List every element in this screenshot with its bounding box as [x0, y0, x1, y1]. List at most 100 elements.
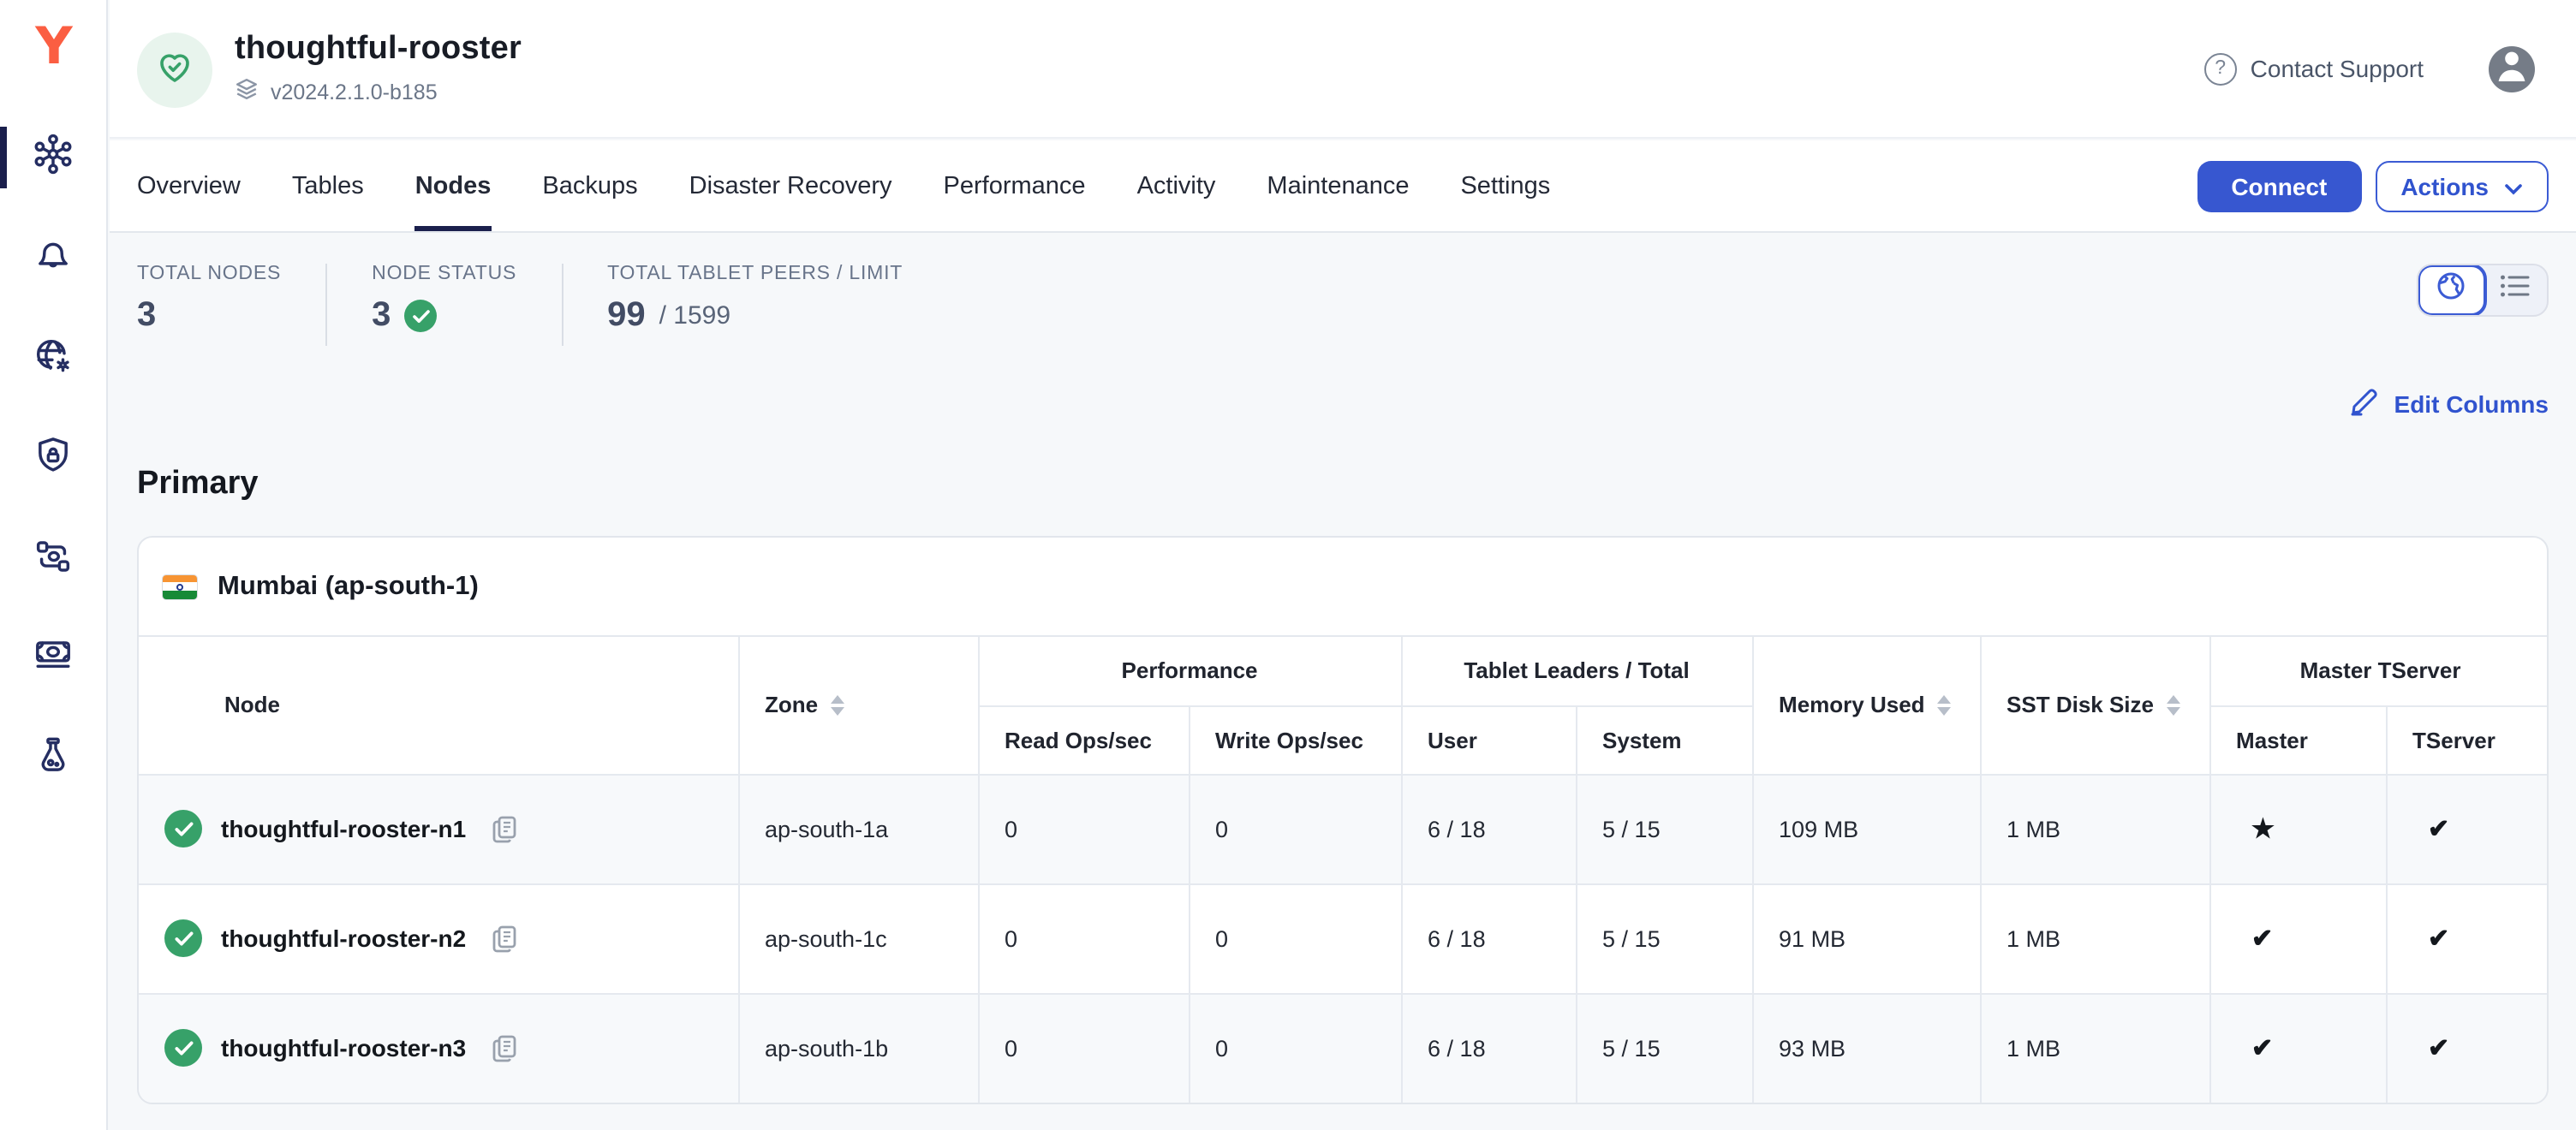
sidebar-item-integrations[interactable] [19, 526, 87, 594]
tab-activity[interactable]: Activity [1137, 140, 1216, 231]
user-avatar[interactable] [2489, 45, 2535, 92]
sidebar-active-indicator [0, 127, 7, 188]
cell-system-tablets: 5 / 15 [1576, 883, 1752, 993]
col-label: SST Disk Size [2007, 693, 2154, 718]
col-header-master: Master [2209, 705, 2386, 774]
cell-user-tablets: 6 / 18 [1401, 883, 1576, 993]
yugabyte-logo[interactable]: Y [0, 14, 108, 79]
cell-write-ops: 0 [1189, 883, 1401, 993]
col-header-tserver: TServer [2386, 705, 2549, 774]
cell-master-flag: ✔ [2209, 883, 2386, 993]
india-flag-icon [163, 574, 197, 598]
table-row: thoughtful-rooster-n1 ap-south-1a 0 0 6 … [139, 774, 2549, 883]
stat-value: 3 [372, 296, 391, 336]
cluster-icon [31, 131, 75, 184]
col-label: Memory Used [1779, 693, 1925, 718]
sidebar-item-clusters[interactable] [19, 123, 87, 192]
cluster-health-badge [137, 33, 212, 108]
copy-icon[interactable] [488, 922, 521, 955]
stat-label: TOTAL TABLET PEERS / LIMIT [607, 264, 903, 284]
contact-support-link[interactable]: Contact Support [2204, 52, 2424, 85]
stat-tablet-peers: TOTAL TABLET PEERS / LIMIT 99 / 1599 [561, 264, 947, 346]
cell-zone: ap-south-1b [738, 993, 978, 1103]
cell-read-ops: 0 [978, 993, 1189, 1103]
cell-user-tablets: 6 / 18 [1401, 774, 1576, 883]
cell-system-tablets: 5 / 15 [1576, 993, 1752, 1103]
sidebar-item-billing[interactable] [19, 623, 87, 692]
col-header-user: User [1401, 705, 1576, 774]
tab-disaster-recovery[interactable]: Disaster Recovery [689, 140, 892, 231]
stats-row: TOTAL NODES 3 NODE STATUS 3 TOTAL TABLET… [137, 264, 2549, 346]
region-name: Mumbai (ap-south-1) [218, 571, 479, 602]
tab-overview[interactable]: Overview [137, 140, 241, 231]
table-row: thoughtful-rooster-n3 ap-south-1b 0 0 6 … [139, 993, 2549, 1103]
sidebar-item-alerts[interactable] [19, 223, 87, 291]
cell-read-ops: 0 [978, 883, 1189, 993]
map-view-toggle[interactable] [2417, 264, 2486, 317]
col-group-tablet-leaders: Tablet Leaders / Total [1401, 637, 1752, 705]
col-group-master-tserver: Master TServer [2209, 637, 2549, 705]
cell-read-ops: 0 [978, 774, 1189, 883]
nodes-table: Node Zone Performance Tablet Leaders / T… [139, 637, 2549, 1103]
list-view-toggle[interactable] [2484, 265, 2547, 315]
workflow-icon [31, 533, 75, 586]
stat-total-nodes: TOTAL NODES 3 [137, 264, 325, 346]
col-header-memory[interactable]: Memory Used [1752, 637, 1980, 774]
actions-label: Actions [2400, 172, 2489, 199]
col-header-write-ops: Write Ops/sec [1189, 705, 1401, 774]
cluster-version: v2024.2.1.0-b185 [271, 80, 438, 104]
node-healthy-icon [164, 810, 202, 848]
stat-value: 3 [137, 296, 156, 336]
col-group-performance: Performance [978, 637, 1401, 705]
tab-backups[interactable]: Backups [542, 140, 637, 231]
connect-button[interactable]: Connect [2197, 160, 2361, 211]
main-content: TOTAL NODES 3 NODE STATUS 3 TOTAL TABLET… [110, 233, 2576, 1130]
table-row: thoughtful-rooster-n2 ap-south-1c 0 0 6 … [139, 883, 2549, 993]
sidebar-item-security[interactable] [19, 425, 87, 493]
stat-node-status: NODE STATUS 3 [325, 264, 561, 346]
sidebar-item-network[interactable] [19, 325, 87, 394]
cell-memory: 109 MB [1752, 774, 1980, 883]
healthy-check-icon [404, 300, 437, 332]
stat-label: NODE STATUS [372, 264, 516, 284]
cell-tserver-flag: ✔ [2386, 993, 2549, 1103]
globe-icon [2435, 269, 2469, 312]
cell-write-ops: 0 [1189, 993, 1401, 1103]
tab-performance[interactable]: Performance [944, 140, 1086, 231]
stat-value: 99 [607, 296, 646, 336]
list-icon [2499, 271, 2533, 310]
globe-gear-icon [31, 333, 75, 386]
sidebar: Y [0, 0, 108, 1130]
col-header-zone[interactable]: Zone [738, 637, 978, 774]
section-title: Primary [137, 466, 2549, 503]
tab-nodes[interactable]: Nodes [415, 140, 492, 231]
tab-settings[interactable]: Settings [1460, 140, 1550, 231]
help-icon [2204, 52, 2237, 85]
layers-icon [235, 77, 259, 106]
page-title: thoughtful-rooster [235, 31, 522, 68]
edit-columns-button[interactable]: Edit Columns [2350, 385, 2549, 421]
sidebar-item-labs[interactable] [19, 724, 87, 793]
copy-icon[interactable] [488, 812, 521, 845]
cell-tserver-flag: ✔ [2386, 883, 2549, 993]
contact-support-label: Contact Support [2251, 55, 2424, 82]
person-icon [2489, 45, 2535, 92]
sort-icon [2166, 695, 2179, 716]
tab-maintenance[interactable]: Maintenance [1267, 140, 1409, 231]
col-header-node: Node [139, 637, 738, 774]
view-toggle [2417, 264, 2549, 317]
cell-zone: ap-south-1a [738, 774, 978, 883]
tab-tables[interactable]: Tables [292, 140, 364, 231]
topbar: thoughtful-rooster v2024.2.1.0-b185 Cont… [110, 0, 2576, 139]
bell-icon [31, 230, 75, 283]
flask-icon [31, 732, 75, 785]
copy-icon[interactable] [488, 1032, 521, 1065]
col-label: Zone [765, 693, 818, 718]
cell-tserver-flag: ✔ [2386, 774, 2549, 883]
col-header-sst[interactable]: SST Disk Size [1980, 637, 2209, 774]
cell-sst: 1 MB [1980, 883, 2209, 993]
stat-limit: / 1599 [659, 301, 730, 330]
actions-button[interactable]: Actions [2375, 160, 2549, 211]
region-card: Mumbai (ap-south-1) Node Zone Perfo [137, 536, 2549, 1104]
pencil-icon [2350, 385, 2381, 421]
